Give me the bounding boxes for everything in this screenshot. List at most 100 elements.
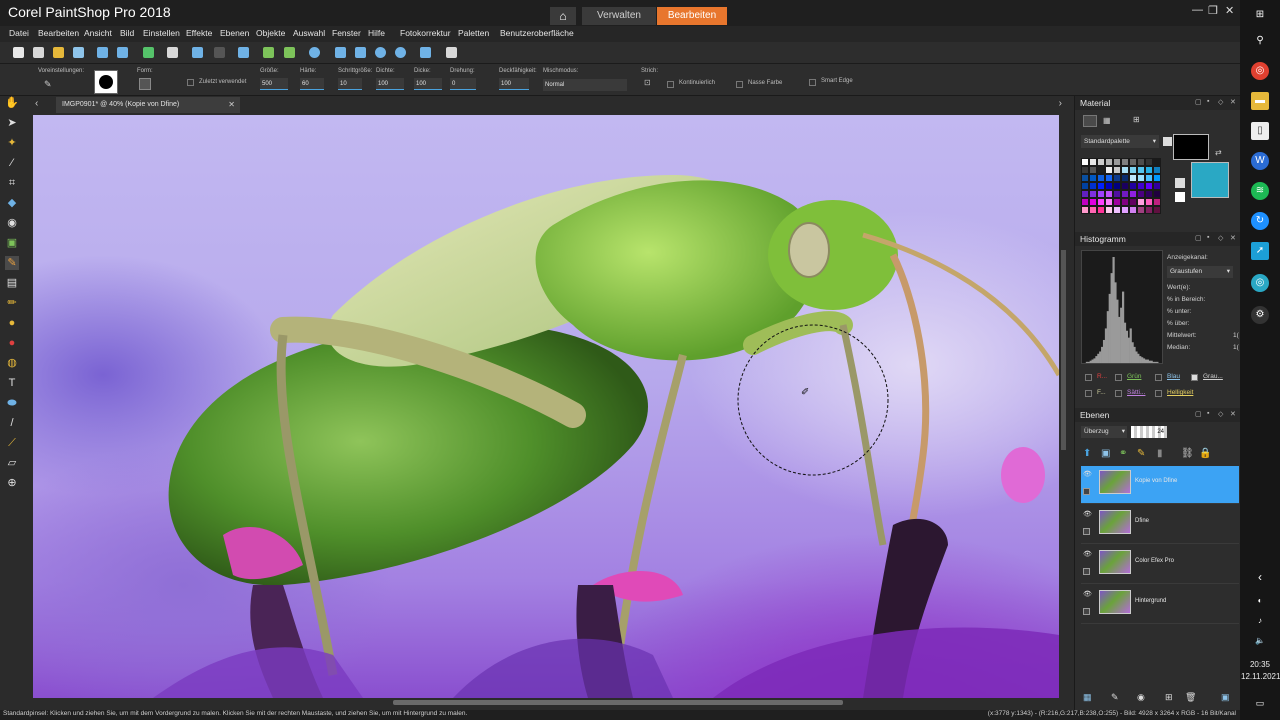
color-swatch[interactable] — [1081, 158, 1089, 166]
menu-dots-icon[interactable]: ▪ — [1207, 234, 1209, 241]
continuous-checkbox[interactable] — [667, 81, 674, 88]
menu-benutzeroberflaeche[interactable]: Benutzeroberfläche — [500, 28, 574, 38]
close-icon[interactable]: ✕ — [1230, 98, 1236, 106]
channel-r-checkbox[interactable] — [1085, 374, 1092, 381]
gradient-tool-icon[interactable]: ▤ — [5, 276, 19, 290]
color-swatch[interactable] — [1089, 166, 1097, 174]
shape-tool-icon[interactable]: ⬬ — [5, 396, 19, 410]
menu-dots-icon[interactable]: ▪ — [1207, 410, 1209, 417]
pick-tool-icon[interactable]: ➤ — [5, 116, 19, 130]
color-swatch[interactable] — [1145, 198, 1153, 206]
new-layer-icon[interactable]: ⬆ — [1083, 448, 1091, 459]
smudge-tool-icon[interactable]: ● — [5, 316, 19, 330]
document-icon[interactable]: ▯ — [1251, 122, 1269, 140]
color-swatch[interactable] — [1097, 166, 1105, 174]
save-as-icon[interactable] — [117, 47, 128, 58]
color-swatch[interactable] — [1105, 190, 1113, 198]
close-icon[interactable]: ✕ — [228, 97, 235, 113]
new-from-clipboard-icon[interactable] — [33, 47, 44, 58]
adjustment-layer-icon[interactable]: ✎ — [1137, 448, 1145, 459]
color-swatch[interactable] — [1097, 174, 1105, 182]
color-swatch[interactable] — [1145, 182, 1153, 190]
info-icon[interactable] — [309, 47, 320, 58]
redo-icon[interactable] — [214, 47, 225, 58]
color-swatch[interactable] — [1153, 190, 1161, 198]
color-swatch[interactable] — [1105, 182, 1113, 190]
red-eye-tool-icon[interactable]: ◉ — [5, 216, 19, 230]
color-swatch[interactable] — [1113, 174, 1121, 182]
layer-row[interactable]: 👁 Hintergrund — [1081, 586, 1239, 624]
color-swatch[interactable] — [1121, 206, 1129, 214]
add-tool-icon[interactable]: ⊕ — [5, 476, 19, 490]
scan-icon[interactable] — [73, 47, 84, 58]
actual-size-icon[interactable] — [355, 47, 366, 58]
tab-edit[interactable]: Bearbeiten — [657, 7, 727, 25]
rotation-input[interactable]: 0 — [450, 78, 476, 90]
color-swatch[interactable] — [1153, 206, 1161, 214]
layer-settings-icon[interactable]: ▣ — [1221, 692, 1230, 703]
channel-hue-checkbox[interactable] — [1085, 390, 1092, 397]
background-color[interactable] — [1191, 162, 1229, 198]
fill-tool-icon[interactable]: ◍ — [5, 356, 19, 370]
color-swatch[interactable] — [1105, 206, 1113, 214]
warp-tool-icon[interactable]: ⟋ — [5, 436, 19, 450]
color-view-icon[interactable]: ▦ — [1103, 116, 1111, 125]
menu-objekte[interactable]: Objekte — [256, 28, 285, 38]
brush-tip-preview[interactable] — [94, 70, 118, 94]
foreground-color[interactable] — [1173, 134, 1209, 160]
menu-bild[interactable]: Bild — [120, 28, 134, 38]
maximize-icon[interactable]: ▢ — [1195, 410, 1202, 418]
color-swatch[interactable] — [1129, 166, 1137, 174]
color-swatch[interactable] — [1089, 190, 1097, 198]
opacity-input[interactable]: 100 — [499, 78, 529, 90]
restore-icon[interactable]: ❐ — [1208, 4, 1218, 17]
color-swatch[interactable] — [1113, 206, 1121, 214]
color-swatch[interactable] — [1089, 158, 1097, 166]
color-swatch[interactable] — [1129, 206, 1137, 214]
spotify-icon[interactable]: ≋ — [1251, 182, 1269, 200]
color-swatch[interactable] — [1097, 158, 1105, 166]
chevron-left-icon[interactable]: ‹ — [35, 98, 38, 109]
volume-icon[interactable]: 🔈 — [1251, 632, 1269, 650]
color-swatch[interactable] — [1145, 190, 1153, 198]
color-swatch[interactable] — [1153, 174, 1161, 182]
color-swatch[interactable] — [1089, 206, 1097, 214]
thickness-input[interactable]: 100 — [414, 78, 442, 90]
color-swatch[interactable] — [1081, 174, 1089, 182]
palette-select[interactable]: Standardpalette ▾ — [1081, 135, 1159, 148]
channel-select[interactable]: Graustufen ▾ — [1167, 266, 1233, 278]
open-folder-icon[interactable] — [53, 47, 64, 58]
color-swatch[interactable] — [1137, 166, 1145, 174]
chevron-left-icon[interactable]: ‹ — [1251, 568, 1269, 586]
link-icon[interactable]: ⛓ — [1181, 448, 1194, 459]
color-swatch[interactable] — [1137, 182, 1145, 190]
crop-tool-icon[interactable]: ⌗ — [5, 176, 19, 190]
search-icon[interactable]: ⚲ — [1251, 32, 1269, 50]
eye-icon[interactable]: 👁 — [1083, 590, 1092, 598]
clone-tool-icon[interactable]: ▣ — [5, 236, 19, 250]
channel-gray-checkbox[interactable] — [1191, 374, 1198, 381]
color-swatch[interactable] — [1121, 190, 1129, 198]
color-swatch[interactable] — [1105, 166, 1113, 174]
color-swatch[interactable] — [1089, 182, 1097, 190]
color-swatch[interactable] — [1145, 174, 1153, 182]
undo-icon[interactable] — [192, 47, 203, 58]
notification-icon[interactable]: ◐ — [1251, 592, 1269, 610]
color-swatch[interactable] — [1137, 174, 1145, 182]
size-input[interactable]: 500 — [260, 78, 288, 90]
layer-mask-toggle[interactable] — [1083, 488, 1090, 495]
channel-blue-checkbox[interactable] — [1155, 374, 1162, 381]
color-swatch[interactable] — [1129, 198, 1137, 206]
color-swatch[interactable] — [1121, 158, 1129, 166]
visibility-icon[interactable]: ◉ — [1137, 692, 1145, 703]
color-swatch[interactable] — [1097, 198, 1105, 206]
color-swatch[interactable] — [1129, 158, 1137, 166]
home-tab[interactable]: ⌂ — [550, 7, 576, 25]
horizontal-scrollbar[interactable] — [393, 700, 843, 705]
color-swatch[interactable] — [1097, 190, 1105, 198]
palette-options-icon[interactable] — [1163, 137, 1172, 146]
app-arrow-icon[interactable]: ➚ — [1251, 242, 1269, 260]
menu-ebenen[interactable]: Ebenen — [220, 28, 249, 38]
group-icon[interactable]: ⚭ — [1119, 448, 1127, 459]
color-swatch[interactable] — [1105, 174, 1113, 182]
